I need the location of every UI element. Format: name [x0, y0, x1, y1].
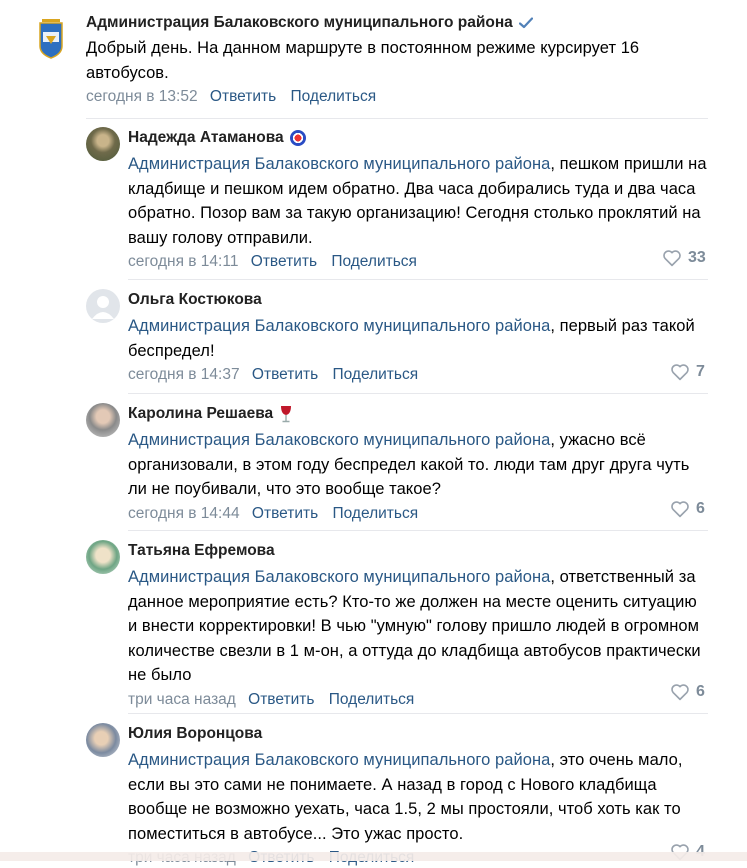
share-button[interactable]: Поделиться: [329, 691, 415, 708]
mention-link[interactable]: Администрация Балаковского муниципальног…: [128, 751, 550, 769]
like-count: 6: [696, 500, 705, 517]
comment-author-name[interactable]: Татьяна Ефремова: [128, 541, 275, 561]
post-meta: сегодня в 13:52 Ответить Поделиться: [86, 87, 726, 107]
heart-icon: [671, 684, 689, 701]
post-author[interactable]: Администрация Балаковского муниципальног…: [86, 13, 726, 33]
comment-author[interactable]: Татьяна Ефремова: [128, 541, 708, 561]
wine-glass-icon: [281, 406, 292, 423]
like-button[interactable]: 6: [670, 500, 705, 518]
like-count: 7: [696, 363, 705, 380]
share-button[interactable]: Поделиться: [291, 88, 377, 105]
avatar[interactable]: [86, 723, 120, 757]
mention-link[interactable]: Администрация Балаковского муниципальног…: [128, 155, 550, 173]
comment-meta: сегодня в 14:44 Ответить Поделиться: [128, 504, 708, 524]
mention-link[interactable]: Администрация Балаковского муниципальног…: [128, 568, 550, 586]
verified-icon: [518, 17, 533, 29]
comment-author-name[interactable]: Юлия Воронцова: [128, 724, 262, 744]
comment-text: Администрация Балаковского муниципальног…: [128, 314, 708, 363]
like-button[interactable]: 33: [662, 249, 706, 267]
comment-author[interactable]: Юлия Воронцова: [128, 724, 708, 744]
heart-icon: [671, 501, 689, 518]
mention-link[interactable]: Администрация Балаковского муниципальног…: [128, 431, 550, 449]
like-button[interactable]: 7: [670, 363, 705, 381]
comment-meta: сегодня в 14:11 Ответить Поделиться: [128, 252, 708, 272]
divider: [86, 118, 708, 119]
post-text: Добрый день. На данном маршруте в постоя…: [86, 39, 640, 82]
divider: [128, 530, 708, 531]
like-count: 6: [696, 683, 705, 700]
post-author-name[interactable]: Администрация Балаковского муниципальног…: [86, 13, 513, 33]
comment-meta: сегодня в 14:37 Ответить Поделиться: [128, 365, 708, 385]
divider: [128, 393, 708, 394]
avatar[interactable]: [86, 403, 120, 437]
post-time[interactable]: сегодня в 13:52: [86, 88, 198, 105]
avatar[interactable]: [86, 289, 120, 323]
reply-button[interactable]: Ответить: [248, 691, 314, 708]
reply-button[interactable]: Ответить: [210, 88, 276, 105]
comment-text: Администрация Балаковского муниципальног…: [128, 565, 708, 688]
like-count: 33: [688, 249, 706, 266]
comment-meta: три часа назад Ответить Поделиться: [128, 690, 708, 710]
comment-time[interactable]: сегодня в 14:44: [128, 505, 240, 522]
comment-text: Администрация Балаковского муниципальног…: [128, 748, 708, 846]
comment-author[interactable]: Надежда Атаманова: [128, 128, 708, 148]
reply-button[interactable]: Ответить: [251, 253, 317, 270]
avatar[interactable]: [86, 540, 120, 574]
heart-icon: [663, 250, 681, 267]
reply-button[interactable]: Ответить: [252, 366, 318, 383]
comment-text: Администрация Балаковского муниципальног…: [128, 428, 708, 502]
like-button[interactable]: 6: [670, 683, 705, 701]
comment-author-name[interactable]: Каролина Решаева: [128, 404, 273, 424]
bottom-overlay: [0, 852, 747, 861]
default-avatar-icon: [92, 296, 114, 319]
author-avatar[interactable]: [26, 12, 76, 62]
share-button[interactable]: Поделиться: [333, 366, 419, 383]
divider: [128, 279, 708, 280]
avatar[interactable]: [86, 127, 120, 161]
comment-text: Администрация Балаковского муниципальног…: [128, 152, 708, 250]
comment-author[interactable]: Каролина Решаева: [128, 404, 708, 424]
coat-of-arms-icon: [39, 19, 63, 59]
football-emoji-icon: [289, 130, 306, 146]
comment-time[interactable]: сегодня в 14:11: [128, 253, 238, 270]
comment-author-name[interactable]: Ольга Костюкова: [128, 290, 262, 310]
comment-time[interactable]: сегодня в 14:37: [128, 366, 240, 383]
comment-author[interactable]: Ольга Костюкова: [128, 290, 708, 310]
reply-button[interactable]: Ответить: [252, 505, 318, 522]
share-button[interactable]: Поделиться: [333, 505, 419, 522]
comment-time[interactable]: три часа назад: [128, 691, 236, 708]
share-button[interactable]: Поделиться: [331, 253, 417, 270]
comment-author-name[interactable]: Надежда Атаманова: [128, 128, 284, 148]
heart-icon: [671, 364, 689, 381]
mention-link[interactable]: Администрация Балаковского муниципальног…: [128, 317, 550, 335]
divider: [128, 713, 708, 714]
